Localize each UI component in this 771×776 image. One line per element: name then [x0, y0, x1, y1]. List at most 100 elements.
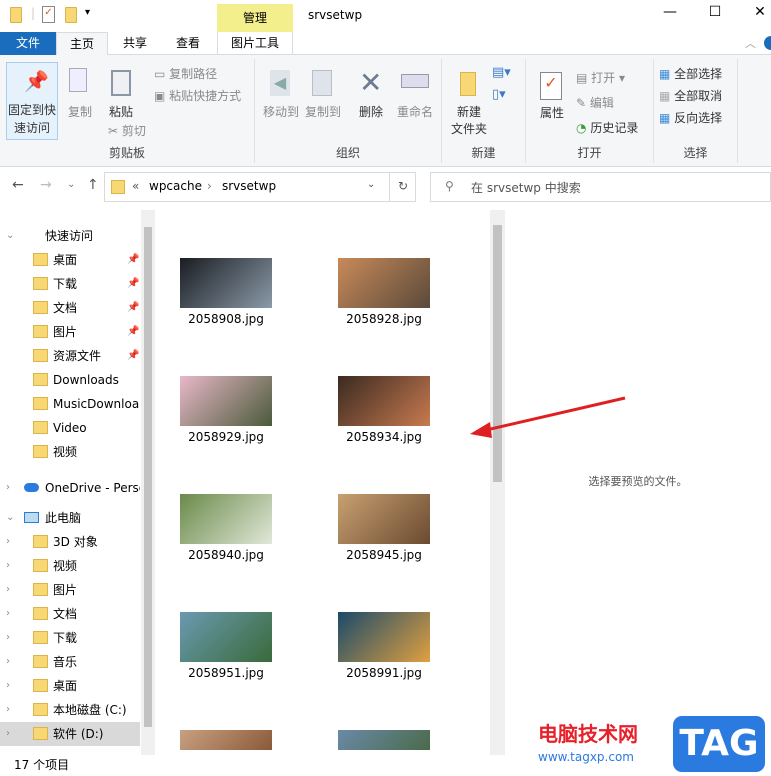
file-item[interactable]: 2058940.jpg	[166, 490, 286, 580]
nav-pc-item-8[interactable]: › 软件 (D:)	[0, 722, 140, 746]
properties-button[interactable]: ✓ 属性	[534, 62, 570, 138]
address-bar[interactable]: « wpcache › srvsetwp ⌄ ↻	[104, 172, 416, 202]
open-button[interactable]: ▤ 打开 ▾	[576, 69, 625, 87]
edit-label: 编辑	[589, 96, 614, 110]
copy-button[interactable]: 复制	[62, 62, 98, 122]
close-button[interactable]: ✕	[745, 4, 771, 20]
breadcrumb-wpcache[interactable]: wpcache	[149, 179, 202, 193]
pin-to-quick-access-button[interactable]: 📌 固定到快 速访问	[6, 62, 58, 140]
nav-this-pc[interactable]: ⌄ 此电脑	[0, 506, 140, 530]
content-scrollbar[interactable]	[490, 210, 505, 755]
up-button[interactable]: ↑	[87, 177, 99, 193]
manage-context-tab[interactable]: 管理	[217, 4, 293, 32]
tab-share[interactable]: 共享	[110, 32, 160, 55]
nav-pc-item-3[interactable]: › 文档	[0, 602, 140, 626]
chevron-right-icon[interactable]: ›	[6, 698, 10, 722]
tab-picture-tools[interactable]: 图片工具	[217, 32, 293, 55]
image-thumbnail	[180, 376, 272, 426]
nav-item-2[interactable]: 文档 📌	[0, 296, 140, 320]
minimize-button[interactable]: —	[655, 4, 685, 20]
file-name: 2058940.jpg	[188, 548, 264, 562]
nav-item-8[interactable]: 视频	[0, 440, 140, 464]
cut-button[interactable]: ✂ 剪切	[108, 122, 146, 140]
chevron-right-icon[interactable]: ›	[6, 476, 10, 500]
easy-access-icon[interactable]: ▯▾	[492, 87, 506, 102]
delete-button[interactable]: ✕ 删除	[353, 62, 389, 132]
file-item[interactable]: 2058951.jpg	[166, 608, 286, 698]
file-item[interactable]	[166, 726, 286, 750]
nav-item-6[interactable]: MusicDownloa	[0, 392, 140, 416]
chevron-right-icon[interactable]: ›	[6, 674, 10, 698]
refresh-button[interactable]: ↻	[389, 172, 416, 202]
properties-quick-icon[interactable]: ✓	[42, 6, 55, 23]
chevron-right-icon[interactable]: ›	[6, 650, 10, 674]
nav-onedrive[interactable]: › OneDrive - Perso	[0, 476, 140, 500]
nav-item-7[interactable]: Video	[0, 416, 140, 440]
file-item[interactable]: 2058991.jpg	[324, 608, 444, 698]
nav-item-4[interactable]: 资源文件 📌	[0, 344, 140, 368]
back-button[interactable]: ←	[12, 177, 24, 193]
tab-home[interactable]: 主页	[56, 32, 108, 56]
nav-quick-access[interactable]: ⌄ 快速访问	[0, 224, 140, 248]
chevron-right-icon[interactable]: ›	[6, 554, 10, 578]
select-none-button[interactable]: ▦ 全部取消	[659, 87, 722, 105]
nav-pc-item-2[interactable]: › 图片	[0, 578, 140, 602]
paste-shortcut-button[interactable]: ▣ 粘贴快捷方式	[154, 87, 241, 105]
paste-button[interactable]: 粘贴	[103, 62, 139, 122]
maximize-button[interactable]: ☐	[700, 4, 730, 20]
copy-to-button[interactable]: 复制到	[302, 62, 342, 132]
file-item[interactable]: 2058945.jpg	[324, 490, 444, 580]
new-folder-quick-icon[interactable]	[65, 7, 77, 23]
expand-icon[interactable]: ⌄	[6, 224, 14, 248]
nav-pc-item-0[interactable]: › 3D 对象	[0, 530, 140, 554]
breadcrumb-srvsetwp[interactable]: srvsetwp	[222, 179, 276, 193]
help-icon[interactable]	[764, 36, 771, 50]
collapse-ribbon-icon[interactable]: ︿	[745, 35, 756, 51]
breadcrumb-overflow[interactable]: «	[132, 179, 139, 193]
new-folder-button[interactable]: 新建 文件夹	[446, 62, 490, 138]
invert-selection-button[interactable]: ▦ 反向选择	[659, 109, 722, 127]
nav-scrollbar[interactable]	[141, 210, 155, 755]
clipboard-icon	[111, 70, 131, 96]
nav-item-0[interactable]: 桌面 📌	[0, 248, 140, 272]
expand-icon[interactable]: ⌄	[6, 506, 14, 530]
edit-button[interactable]: ✎ 编辑	[576, 94, 614, 112]
chevron-right-icon[interactable]: ›	[6, 602, 10, 626]
copy-path-button[interactable]: ▭ 复制路径	[154, 65, 217, 83]
new-item-icon[interactable]: ▤▾	[492, 65, 511, 80]
nav-item-1[interactable]: 下载 📌	[0, 272, 140, 296]
history-button[interactable]: ◔ 历史记录	[576, 119, 638, 137]
nav-scrollbar-thumb[interactable]	[144, 227, 152, 727]
customize-quick-access-icon[interactable]: ▾	[85, 7, 90, 18]
move-to-button[interactable]: ◀ 移动到	[260, 62, 300, 132]
select-all-button[interactable]: ▦ 全部选择	[659, 65, 722, 83]
chevron-right-icon[interactable]: ›	[6, 722, 10, 746]
navigation-pane: ⌄ 快速访问 桌面 📌 下载 📌 文档 📌 图片 📌 资源文件 📌 Downloads MusicDown…	[0, 210, 155, 755]
image-thumbnail	[338, 730, 430, 750]
tab-file[interactable]: 文件	[0, 32, 56, 55]
nav-pc-item-7[interactable]: › 本地磁盘 (C:)	[0, 698, 140, 722]
file-item[interactable]: 2058908.jpg	[166, 254, 286, 344]
file-item[interactable]: 2058934.jpg	[324, 372, 444, 462]
folder-icon	[33, 421, 48, 434]
nav-pc-item-4[interactable]: › 下载	[0, 626, 140, 650]
search-icon: ⚲	[445, 179, 454, 193]
tab-view[interactable]: 查看	[163, 32, 213, 55]
search-box[interactable]: ⚲ 在 srvsetwp 中搜索	[430, 172, 771, 202]
nav-pc-item-5[interactable]: › 音乐	[0, 650, 140, 674]
nav-pc-item-1[interactable]: › 视频	[0, 554, 140, 578]
file-item[interactable]: 2058928.jpg	[324, 254, 444, 344]
file-item[interactable]: 2058929.jpg	[166, 372, 286, 462]
chevron-right-icon[interactable]: ›	[6, 578, 10, 602]
recent-locations-button[interactable]: ⌄	[67, 179, 75, 190]
nav-item-3[interactable]: 图片 📌	[0, 320, 140, 344]
address-dropdown-icon[interactable]: ⌄	[367, 179, 375, 190]
nav-item-5[interactable]: Downloads	[0, 368, 140, 392]
rename-button[interactable]: 重命名	[393, 62, 437, 132]
chevron-right-icon[interactable]: ›	[6, 626, 10, 650]
file-item[interactable]	[324, 726, 444, 750]
ribbon: 📌 固定到快 速访问 复制 粘贴 ✂ 剪切 ▭ 复制路径 ▣ 粘贴快捷方式 剪贴…	[0, 55, 771, 167]
chevron-right-icon[interactable]: ›	[6, 530, 10, 554]
nav-pc-item-6[interactable]: › 桌面	[0, 674, 140, 698]
forward-button[interactable]: →	[40, 177, 52, 193]
